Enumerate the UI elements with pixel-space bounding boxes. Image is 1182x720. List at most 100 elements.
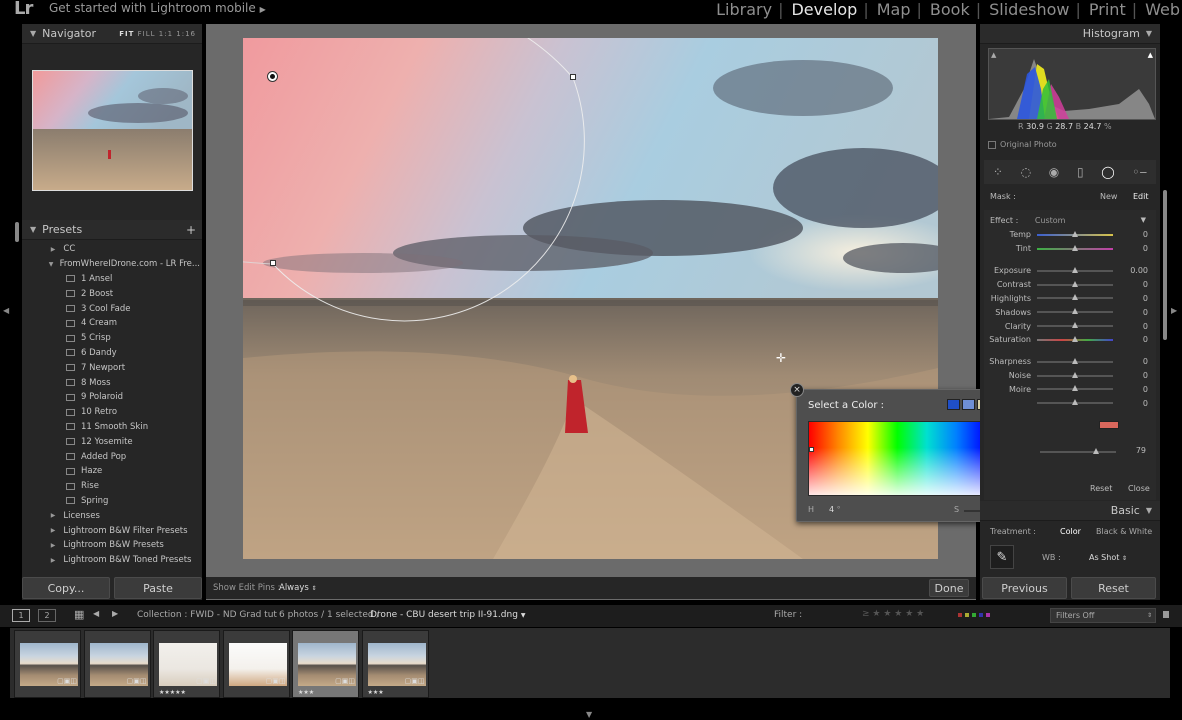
- mask-reset-button[interactable]: Reset: [1090, 484, 1112, 493]
- color-swatch[interactable]: [947, 399, 960, 410]
- zoom-1-16[interactable]: 1:16: [176, 30, 196, 38]
- preset-folder[interactable]: ▼ FromWhereIDrone.com - LR Fre...: [26, 257, 200, 272]
- collapsed-triangle-icon[interactable]: ▶: [48, 512, 58, 519]
- preset-item[interactable]: Rise: [26, 479, 200, 494]
- slider-value[interactable]: 0: [1113, 294, 1148, 303]
- slider-knob[interactable]: [1072, 308, 1078, 315]
- collapsed-triangle-icon[interactable]: ▶: [48, 542, 58, 549]
- preset-item[interactable]: 6 Dandy: [26, 346, 200, 361]
- slider-knob[interactable]: [1072, 230, 1078, 237]
- red-eye-icon[interactable]: ◉: [1049, 165, 1059, 179]
- collapsed-triangle-icon[interactable]: ▶: [48, 557, 58, 564]
- preset-folder[interactable]: ▶ Lightroom B&W Toned Presets: [26, 553, 200, 568]
- preset-item[interactable]: Haze: [26, 464, 200, 479]
- adjustment-brush-icon[interactable]: ◦‒: [1132, 165, 1147, 179]
- right-scrollbar[interactable]: [1163, 190, 1167, 340]
- collapse-triangle-icon[interactable]: ▼: [1141, 216, 1146, 224]
- close-picker-button[interactable]: ×: [790, 383, 804, 397]
- wb-select[interactable]: As Shot ⇕: [1089, 553, 1127, 562]
- preset-item[interactable]: 7 Newport: [26, 360, 200, 375]
- mask-handle[interactable]: [270, 260, 276, 266]
- preset-folder[interactable]: ▶ CC: [26, 242, 200, 257]
- grid-view-icon[interactable]: ▦: [74, 608, 84, 621]
- zoom-1-1[interactable]: 1:1: [159, 30, 173, 38]
- module-print[interactable]: Print: [1081, 0, 1132, 21]
- slider-value[interactable]: 0: [1113, 308, 1148, 317]
- color-swatch[interactable]: [962, 399, 975, 410]
- mask-handle[interactable]: [570, 74, 576, 80]
- edit-pin[interactable]: [267, 71, 278, 82]
- expanded-triangle-icon[interactable]: ▼: [48, 261, 54, 268]
- filters-select[interactable]: Filters Off ⇕: [1050, 608, 1156, 623]
- slider-track[interactable]: [1037, 399, 1113, 406]
- histogram-graph[interactable]: ▲ ▲: [988, 48, 1156, 120]
- slider-value[interactable]: 0: [1113, 399, 1148, 408]
- previous-button[interactable]: Previous: [982, 577, 1067, 599]
- slider-value[interactable]: 0: [1113, 280, 1148, 289]
- slider-track[interactable]: [1037, 294, 1113, 301]
- view-2-button[interactable]: 2: [38, 609, 56, 622]
- preset-folder[interactable]: ▶ Lightroom B&W Filter Presets: [26, 523, 200, 538]
- crop-tool-icon[interactable]: ⁘: [993, 165, 1003, 179]
- slider-value[interactable]: 0: [1113, 322, 1148, 331]
- slider-knob[interactable]: [1072, 294, 1078, 301]
- slider-track[interactable]: [1037, 308, 1113, 315]
- add-preset-button[interactable]: +: [186, 223, 196, 237]
- mask-edit-button[interactable]: Edit: [1133, 192, 1149, 201]
- slider-value[interactable]: 0: [1113, 371, 1148, 380]
- slider-knob[interactable]: [1072, 244, 1078, 251]
- slider-value[interactable]: 0: [1113, 385, 1148, 394]
- filmstrip-thumbnail[interactable]: ▢▣◫: [14, 630, 81, 698]
- presets-header[interactable]: ▼ Presets +: [22, 220, 202, 240]
- slider-value[interactable]: 0: [1113, 244, 1148, 253]
- slider-track[interactable]: [1037, 244, 1113, 251]
- done-button[interactable]: Done: [929, 579, 969, 597]
- module-map[interactable]: Map: [869, 0, 917, 21]
- shadow-clipping-icon[interactable]: ▲: [991, 51, 996, 59]
- basic-header[interactable]: Basic ▼: [980, 501, 1160, 521]
- filmstrip-toggle-icon[interactable]: ▼: [586, 710, 592, 719]
- spot-removal-icon[interactable]: ◌: [1021, 165, 1031, 179]
- slider-track[interactable]: [1037, 371, 1113, 378]
- slider-value[interactable]: 0.00: [1113, 266, 1148, 275]
- slider-track[interactable]: [1037, 322, 1113, 329]
- get-started-link[interactable]: Get started with Lightroom mobile ▶: [49, 1, 266, 15]
- zoom-fit[interactable]: FIT: [119, 30, 134, 38]
- forward-arrow-icon[interactable]: ▶: [112, 609, 118, 618]
- hue-value[interactable]: 4 °: [829, 505, 841, 514]
- radial-filter-icon[interactable]: ◯: [1101, 165, 1114, 179]
- lock-filter-icon[interactable]: [1163, 611, 1169, 618]
- preset-item[interactable]: 2 Boost: [26, 286, 200, 301]
- slider-knob[interactable]: [1072, 385, 1078, 392]
- slider-knob[interactable]: [1072, 266, 1078, 273]
- highlight-clipping-icon[interactable]: ▲: [1148, 51, 1153, 59]
- feather-knob[interactable]: [1093, 448, 1100, 454]
- navigator-preview[interactable]: [32, 70, 193, 191]
- collapsed-triangle-icon[interactable]: ▶: [48, 246, 58, 253]
- slider-knob[interactable]: [1072, 280, 1078, 287]
- effect-select[interactable]: Custom: [1035, 216, 1066, 225]
- histogram-header[interactable]: Histogram ▼: [980, 24, 1160, 44]
- treatment-color[interactable]: Color: [1060, 527, 1081, 536]
- preset-folder[interactable]: ▶ Lightroom B&W Presets: [26, 538, 200, 553]
- feather-track[interactable]: [1040, 448, 1116, 454]
- eyedropper-icon[interactable]: ✎: [990, 545, 1014, 569]
- slider-knob[interactable]: [1072, 399, 1078, 406]
- slider-track[interactable]: [1037, 357, 1113, 364]
- filmstrip-thumbnail[interactable]: ▢▣◫: [222, 630, 290, 698]
- preset-folder[interactable]: ▶ Licenses: [26, 508, 200, 523]
- preset-item[interactable]: 8 Moss: [26, 375, 200, 390]
- preset-item[interactable]: 11 Smooth Skin: [26, 420, 200, 435]
- slider-knob[interactable]: [1072, 371, 1078, 378]
- original-photo-toggle[interactable]: Original Photo: [988, 140, 1057, 149]
- collapsed-triangle-icon[interactable]: ▶: [48, 527, 58, 534]
- color-label-filter[interactable]: [958, 613, 990, 617]
- slider-value[interactable]: 0: [1113, 357, 1148, 366]
- copy-button[interactable]: Copy...: [22, 577, 110, 599]
- slider-track[interactable]: [1037, 266, 1113, 273]
- left-panel-toggle-icon[interactable]: ◀: [3, 306, 9, 315]
- preset-item[interactable]: 10 Retro: [26, 405, 200, 420]
- slider-track[interactable]: [1037, 230, 1113, 237]
- slider-value[interactable]: 0: [1113, 230, 1148, 239]
- preset-item[interactable]: 9 Polaroid: [26, 390, 200, 405]
